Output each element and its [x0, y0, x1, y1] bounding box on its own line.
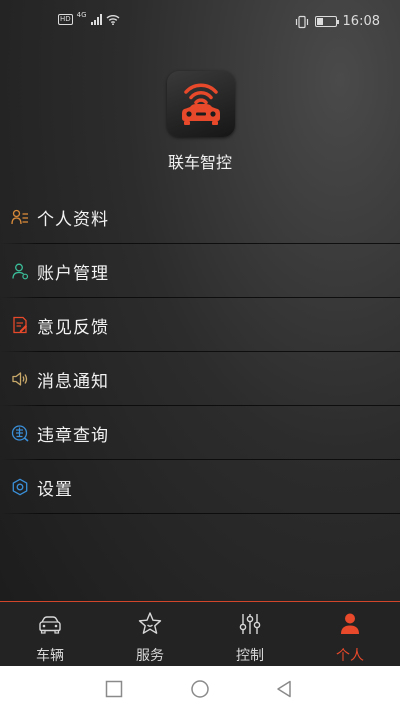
battery-icon [314, 16, 339, 27]
bottom-tab-bar: 车辆 服务 控制 个人 [0, 601, 400, 666]
status-left: HD 4G [58, 10, 120, 25]
profile-list-icon [11, 208, 29, 226]
menu-item-label: 账户管理 [37, 263, 109, 284]
system-navigation-bar [0, 666, 400, 711]
menu-item-label: 违章查询 [37, 425, 109, 446]
menu-item-label: 设置 [37, 479, 73, 500]
tab-control[interactable]: 控制 [200, 602, 300, 666]
feedback-edit-icon [11, 316, 29, 334]
status-time: 16:08 [342, 14, 380, 29]
status-bar: HD 4G 16:08 [0, 0, 400, 46]
wifi-icon [106, 15, 120, 25]
menu-item-account[interactable]: 账户管理 [0, 244, 400, 298]
profile-menu: 个人资料 账户管理 意见反馈 消息通知 违章查询 设置 [0, 190, 400, 514]
hd-badge: HD [58, 14, 73, 25]
signal-icon [90, 14, 102, 25]
menu-item-label: 意见反馈 [37, 317, 109, 338]
car-icon [39, 616, 61, 634]
settings-gear-icon [11, 478, 29, 496]
tab-label: 个人 [336, 648, 364, 664]
tab-label: 车辆 [36, 648, 64, 664]
person-icon [341, 613, 359, 634]
menu-item-feedback[interactable]: 意见反馈 [0, 298, 400, 352]
battery-fill [316, 18, 323, 25]
app-screen: HD 4G 16:08 联车智控 个人资料 账户管理 意见反馈 消息通知 违章查… [0, 0, 400, 666]
network-type: 4G [76, 10, 87, 19]
star-smile-icon [138, 612, 162, 634]
app-logo [167, 71, 235, 137]
menu-item-label: 消息通知 [37, 371, 109, 392]
tab-label: 服务 [136, 648, 164, 664]
menu-item-profile[interactable]: 个人资料 [0, 190, 400, 244]
account-user-icon [11, 262, 29, 280]
menu-item-settings[interactable]: 设置 [0, 460, 400, 514]
menu-item-violation-query[interactable]: 违章查询 [0, 406, 400, 460]
tab-vehicle[interactable]: 车辆 [0, 602, 100, 666]
speaker-icon [11, 370, 29, 388]
tab-service[interactable]: 服务 [100, 602, 200, 666]
tab-label: 控制 [236, 648, 264, 664]
vibrate-icon [295, 15, 308, 28]
violation-query-icon [11, 424, 29, 442]
menu-item-label: 个人资料 [37, 209, 109, 230]
home-icon[interactable] [190, 679, 210, 699]
status-right: 16:08 [295, 14, 380, 29]
recent-apps-icon[interactable] [104, 679, 124, 699]
app-name: 联车智控 [167, 153, 232, 172]
back-icon[interactable] [275, 679, 295, 699]
car-signal-icon [182, 83, 220, 125]
menu-item-notifications[interactable]: 消息通知 [0, 352, 400, 406]
tab-personal[interactable]: 个人 [300, 602, 400, 666]
sliders-icon [239, 614, 261, 634]
